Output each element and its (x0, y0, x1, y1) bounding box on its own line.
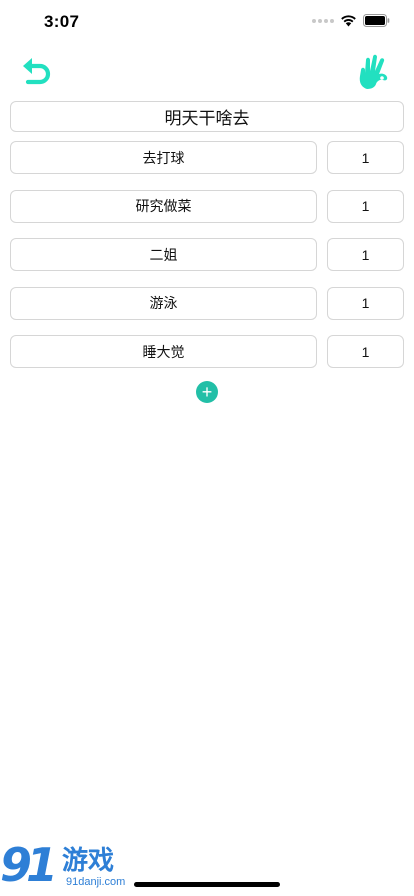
option-name-input[interactable]: 研究做菜 (10, 189, 317, 223)
ok-hand-icon (359, 54, 388, 89)
cellular-signal-icon (312, 18, 334, 23)
option-name-input[interactable]: 睡大觉 (10, 335, 317, 368)
option-weight-input[interactable]: 1 (327, 335, 404, 368)
option-weight-input[interactable]: 1 (327, 141, 404, 174)
watermark-logo: 91 游戏 91danji.com (0, 840, 140, 896)
option-weight-input[interactable]: 1 (327, 238, 404, 271)
home-indicator[interactable] (134, 882, 280, 887)
watermark-name: 游戏 (62, 845, 115, 875)
list-item: 游泳 1 (10, 286, 404, 320)
list-item: 睡大觉 1 (10, 335, 404, 368)
list-item: 去打球 1 (10, 141, 404, 174)
status-icons (312, 14, 390, 27)
option-name-input[interactable]: 去打球 (10, 141, 317, 174)
option-name-input[interactable]: 二姐 (10, 238, 317, 271)
option-weight-input[interactable]: 1 (327, 189, 404, 223)
list-item: 研究做菜 1 (10, 189, 404, 223)
options-list: 去打球 1 研究做菜 1 二姐 1 游泳 1 睡大觉 1 (10, 141, 404, 384)
confirm-button[interactable] (354, 52, 394, 92)
option-name-input[interactable]: 游泳 (10, 286, 317, 320)
status-time: 3:07 (44, 12, 80, 31)
watermark-url: 91danji.com (66, 876, 126, 888)
title-input[interactable]: 明天干啥去 (10, 101, 404, 132)
undo-button[interactable] (17, 52, 57, 92)
watermark-number: 91 (0, 838, 58, 892)
add-option-button[interactable]: + (196, 381, 218, 403)
toolbar (0, 52, 414, 92)
option-weight-input[interactable]: 1 (327, 286, 404, 320)
battery-icon (363, 14, 390, 27)
list-item: 二姐 1 (10, 238, 404, 271)
wifi-icon (341, 15, 356, 27)
status-bar: 3:07 (0, 0, 414, 46)
undo-arrow-icon (23, 58, 51, 85)
